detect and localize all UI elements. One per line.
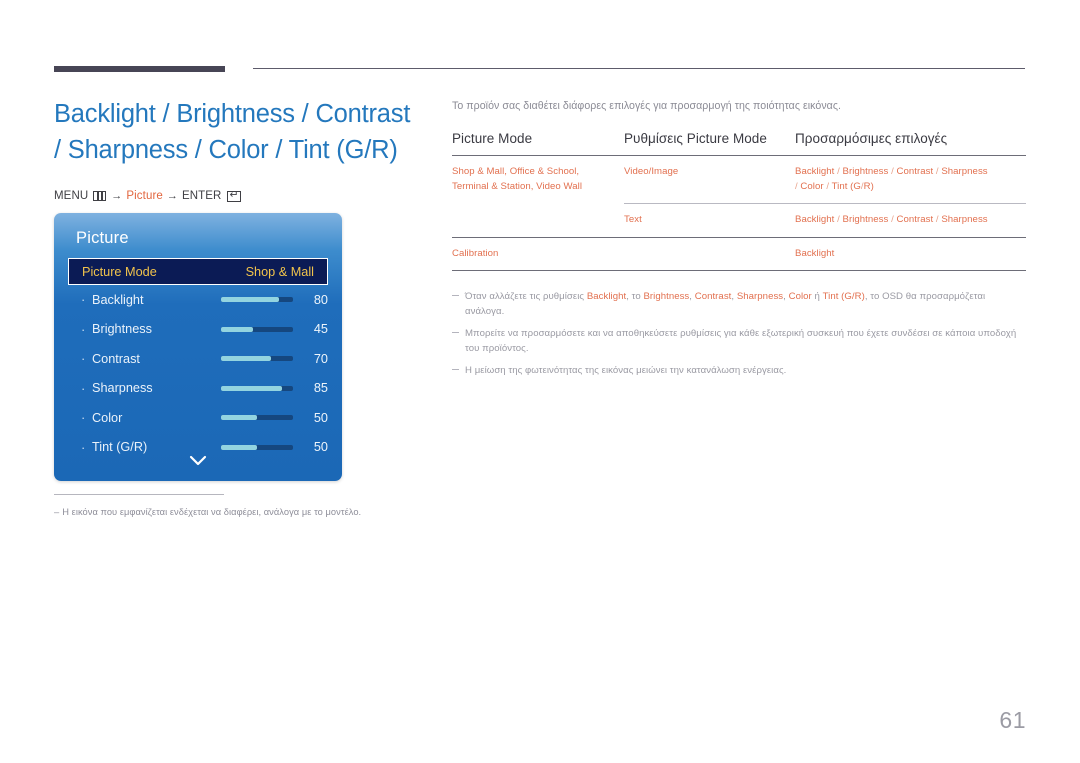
osd-item-label: Tint (G/R) bbox=[92, 440, 148, 455]
osd-panel-title: Picture bbox=[76, 229, 129, 247]
osd-item-contrast[interactable]: · Contrast 70 bbox=[54, 344, 342, 374]
osd-item-label: Picture Mode bbox=[82, 264, 157, 279]
osd-item-brightness[interactable]: · Brightness 45 bbox=[54, 315, 342, 345]
page-number: 61 bbox=[999, 707, 1026, 733]
footnote-rule bbox=[54, 494, 224, 495]
osd-slider-brightness[interactable] bbox=[221, 326, 293, 332]
cell-picture-mode: Calibration bbox=[452, 236, 624, 271]
note-highlight: Backlight bbox=[586, 291, 627, 302]
column-header-picture-mode: Picture Mode bbox=[452, 131, 533, 146]
osd-picture-panel: Picture Picture Mode Shop & Mall · Backl… bbox=[54, 213, 342, 481]
note-highlight: Contrast bbox=[694, 291, 732, 302]
table-body: Shop & Mall, Office & School, Terminal &… bbox=[452, 156, 1026, 271]
osd-slider-contrast[interactable] bbox=[221, 356, 293, 362]
bullet-icon: · bbox=[81, 292, 86, 308]
osd-slider-sharpness[interactable] bbox=[221, 385, 293, 391]
osd-item-value: Shop & Mall bbox=[245, 264, 314, 279]
note-item: Όταν αλλάζετε τις ρυθμίσεις Backlight, τ… bbox=[452, 290, 1026, 319]
column-header-settings: Ρυθμίσεις Picture Mode bbox=[624, 131, 767, 146]
menu-grid-icon bbox=[93, 191, 107, 201]
osd-item-label: Sharpness bbox=[92, 381, 153, 396]
table-row: Text Backlight / Brightness / Contrast /… bbox=[452, 203, 1026, 238]
cell-options: Backlight / Brightness / Contrast / Shar… bbox=[795, 203, 1026, 237]
note-item: Μπορείτε να προσαρμόσετε και να αποθηκεύ… bbox=[452, 327, 1026, 356]
footnote-body: Η εικόνα που εμφανίζεται ενδέχεται να δι… bbox=[62, 507, 362, 517]
osd-item-color[interactable]: · Color 50 bbox=[54, 403, 342, 433]
note-highlight: Tint (G/R) bbox=[822, 291, 865, 302]
osd-slider-color[interactable] bbox=[221, 415, 293, 421]
osd-item-label: Backlight bbox=[92, 292, 144, 307]
osd-menu-list: Picture Mode Shop & Mall · Backlight 80 … bbox=[54, 258, 342, 462]
note-item: Η μείωση της φωτεινότητας της εικόνας με… bbox=[452, 364, 1026, 379]
osd-item-value: 50 bbox=[313, 440, 328, 455]
osd-item-picture-mode[interactable]: Picture Mode Shop & Mall bbox=[68, 258, 328, 285]
left-footnote: – Η εικόνα που εμφανίζεται ενδέχεται να δ… bbox=[54, 494, 404, 519]
chevron-down-icon bbox=[189, 455, 207, 466]
column-header-options: Προσαρμόσιμες επιλογές bbox=[795, 131, 948, 146]
menu-path-breadcrumb: MENU → Picture → ENTER bbox=[54, 189, 444, 202]
cell-options: Backlight bbox=[795, 236, 1026, 271]
left-column: Backlight / Brightness / Contrast / Shar… bbox=[54, 96, 444, 202]
menu-label: MENU bbox=[54, 190, 89, 202]
osd-item-value: 85 bbox=[313, 381, 328, 396]
header-rule-thin bbox=[253, 68, 1025, 69]
cell-picture-mode: Shop & Mall, Office & School, Terminal &… bbox=[452, 166, 583, 192]
note-highlight: Brightness bbox=[643, 291, 690, 302]
osd-item-backlight[interactable]: · Backlight 80 bbox=[54, 285, 342, 315]
table-row: Shop & Mall, Office & School, Terminal &… bbox=[452, 156, 1026, 204]
right-column: Το προϊόν σας διαθέτει διάφορες επιλογές… bbox=[452, 98, 1026, 387]
osd-slider-tint[interactable] bbox=[221, 444, 293, 450]
osd-item-label: Brightness bbox=[92, 322, 152, 337]
footnote-dash: – bbox=[54, 507, 60, 517]
note-highlight: Color bbox=[788, 291, 812, 302]
osd-item-value: 45 bbox=[313, 322, 328, 337]
cell-setting bbox=[624, 236, 795, 271]
page-title: Backlight / Brightness / Contrast / Shar… bbox=[54, 100, 411, 164]
enter-key-icon bbox=[227, 189, 242, 202]
osd-slider-backlight[interactable] bbox=[221, 297, 293, 303]
osd-item-label: Color bbox=[92, 410, 123, 425]
cell-setting: Video/Image bbox=[624, 166, 679, 177]
note-highlight: Sharpness bbox=[736, 291, 784, 302]
osd-item-value: 80 bbox=[313, 292, 328, 307]
osd-item-value: 50 bbox=[313, 410, 328, 425]
notes-list: Όταν αλλάζετε τις ρυθμίσεις Backlight, τ… bbox=[452, 290, 1026, 379]
cell-picture-mode bbox=[452, 204, 624, 238]
cell-setting: Text bbox=[624, 203, 795, 237]
bullet-icon: · bbox=[81, 439, 86, 455]
osd-item-value: 70 bbox=[313, 351, 328, 366]
header-rule-thick bbox=[54, 66, 225, 72]
arrow-right-icon-2: → bbox=[166, 190, 178, 202]
bullet-icon: · bbox=[81, 410, 86, 426]
intro-paragraph: Το προϊόν σας διαθέτει διάφορες επιλογές… bbox=[452, 100, 841, 112]
enter-label: ENTER bbox=[181, 190, 222, 202]
footnote-text: – Η εικόνα που εμφανίζεται ενδέχεται να δ… bbox=[54, 505, 404, 519]
table-row: Calibration Backlight bbox=[452, 236, 1026, 271]
table-header: Picture Mode Ρυθμίσεις Picture Mode Προσ… bbox=[452, 131, 1026, 156]
osd-scroll-down-button[interactable] bbox=[54, 454, 342, 472]
osd-item-sharpness[interactable]: · Sharpness 85 bbox=[54, 374, 342, 404]
bullet-icon: · bbox=[81, 351, 86, 367]
menu-path-target: Picture bbox=[126, 190, 163, 202]
cell-options: Backlight / Brightness / Contrast / Shar… bbox=[795, 166, 988, 192]
bullet-icon: · bbox=[81, 321, 86, 337]
picture-mode-table: Picture Mode Ρυθμίσεις Picture Mode Προσ… bbox=[452, 131, 1026, 271]
arrow-right-icon-1: → bbox=[111, 190, 123, 202]
table-header-row: Picture Mode Ρυθμίσεις Picture Mode Προσ… bbox=[452, 131, 1026, 156]
osd-item-label: Contrast bbox=[92, 351, 140, 366]
bullet-icon: · bbox=[81, 380, 86, 396]
